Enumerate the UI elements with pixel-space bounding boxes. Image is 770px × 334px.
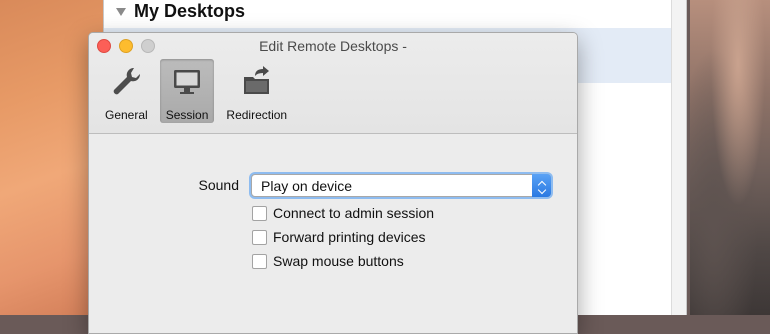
desktop-wallpaper-right: [690, 0, 770, 315]
swap-mouse-option[interactable]: Swap mouse buttons: [252, 253, 404, 269]
admin-session-option[interactable]: Connect to admin session: [252, 205, 434, 221]
tab-session[interactable]: Session: [159, 59, 215, 123]
group-title: My Desktops: [134, 0, 246, 21]
sound-popup-button[interactable]: Play on device: [251, 174, 551, 197]
dialog-title: Edit Remote Desktops -: [259, 38, 407, 54]
folder-redirect-icon: [239, 63, 275, 104]
admin-session-label[interactable]: Connect to admin session: [273, 205, 434, 221]
swap-mouse-label[interactable]: Swap mouse buttons: [273, 253, 404, 269]
sound-popup-value: Play on device: [261, 178, 353, 194]
edit-remote-desktops-dialog: Edit Remote Desktops - General Session R…: [88, 32, 578, 334]
group-header[interactable]: My Desktops: [116, 0, 245, 22]
swap-mouse-checkbox[interactable]: [252, 253, 267, 269]
dialog-titlebar: Edit Remote Desktops - General Session R…: [89, 33, 577, 134]
forward-printing-checkbox[interactable]: [252, 229, 267, 245]
window-edge: [671, 0, 686, 315]
forward-printing-option[interactable]: Forward printing devices: [252, 229, 426, 245]
admin-session-checkbox[interactable]: [252, 205, 267, 221]
tab-redirection[interactable]: Redirection: [220, 59, 293, 123]
preferences-toolbar: General Session Redirection: [99, 59, 293, 123]
monitor-icon: [169, 63, 205, 104]
tab-general-label: General: [105, 108, 148, 122]
wrench-icon: [108, 63, 144, 104]
tab-redirection-label: Redirection: [226, 108, 288, 122]
forward-printing-label[interactable]: Forward printing devices: [273, 229, 426, 245]
tab-session-label: Session: [165, 108, 209, 122]
popup-arrows-icon: [532, 174, 551, 197]
disclosure-triangle-icon[interactable]: [116, 8, 126, 16]
tab-general[interactable]: General: [99, 59, 154, 123]
sound-label: Sound: [198, 177, 239, 193]
